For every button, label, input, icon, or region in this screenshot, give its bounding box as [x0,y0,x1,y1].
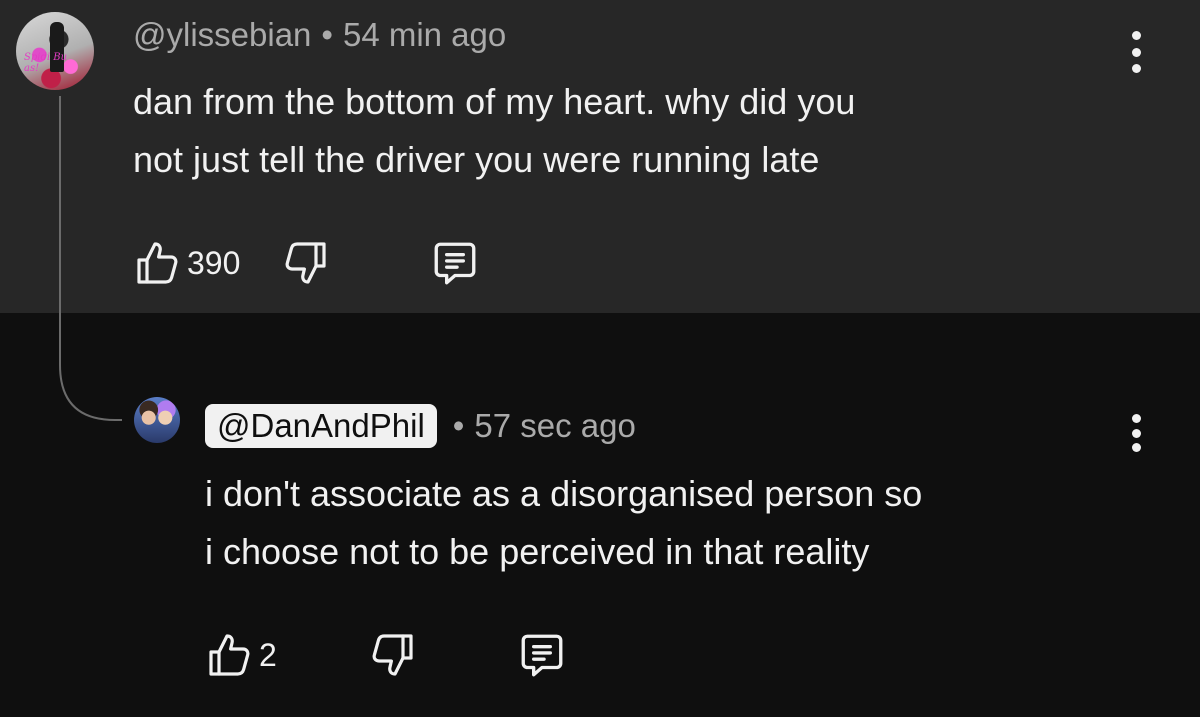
comment-text: dan from the bottom of my heart. why did… [133,73,1133,189]
dislike-button[interactable] [282,238,330,288]
reply-avatar[interactable] [134,397,180,443]
avatar[interactable]: Spidi Bu as! [16,12,94,90]
comment-actions: 390 [133,238,480,288]
avatar-figure [50,22,64,72]
reply-time[interactable]: 57 sec ago [474,407,635,445]
reply-actions: 2 [205,630,567,680]
comment-text-line: not just tell the driver you were runnin… [133,139,820,180]
creator-badge[interactable]: @DanAndPhil [205,404,437,448]
thumbs-down-icon [372,634,413,676]
reply-comment-icon [434,242,476,285]
thumbs-up-icon [137,242,178,284]
reply-comment-icon [521,634,563,677]
like-button[interactable]: 2 [205,630,277,680]
meta-separator: • [321,16,333,53]
reply-button[interactable] [430,238,480,288]
dislike-button[interactable] [369,630,417,680]
reply-button[interactable] [517,630,567,680]
reply-text-line: i don't associate as a disorganised pers… [205,473,923,514]
avatar-scribble: Spidi Bu as! [24,52,68,74]
reply-text-line: i choose not to be perceived in that rea… [205,531,870,572]
like-count: 390 [187,244,241,281]
meta-separator: • [452,407,465,444]
comment-author[interactable]: @ylissebian [133,16,311,53]
like-count: 2 [259,636,277,673]
more-options-icon[interactable] [1126,410,1146,456]
thumbs-up-icon [209,634,250,676]
more-options-icon[interactable] [1126,27,1146,77]
like-button[interactable]: 390 [133,238,240,288]
comment-meta: @ylissebian • 54 min ago [133,16,506,54]
reply-meta: @DanAndPhil • 57 sec ago [205,404,636,448]
reply-text: i don't associate as a disorganised pers… [205,465,1165,581]
thumbs-down-icon [285,242,326,284]
comment-text-line: dan from the bottom of my heart. why did… [133,81,856,122]
comment-time[interactable]: 54 min ago [343,16,506,53]
